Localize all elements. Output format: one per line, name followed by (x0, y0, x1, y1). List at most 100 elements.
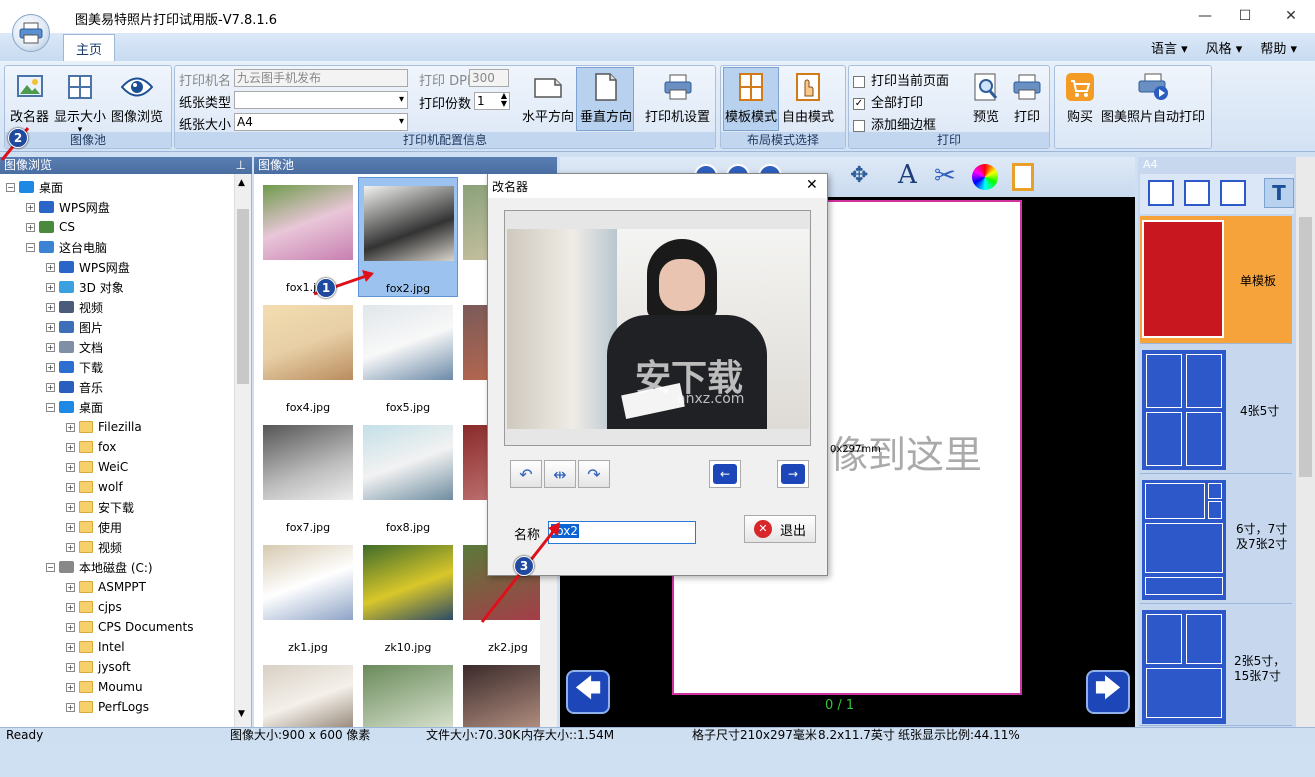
image-browse-button[interactable]: 图像浏览 (111, 70, 163, 125)
expand-toggle-icon[interactable]: + (66, 582, 75, 592)
scroll-up-icon[interactable]: ▲ (238, 178, 245, 188)
expand-toggle-icon[interactable]: + (66, 602, 75, 612)
prev-page-button[interactable]: 🡄 (566, 670, 610, 714)
next-page-button[interactable]: 🡆 (1086, 670, 1130, 714)
expand-toggle-icon[interactable]: + (46, 302, 55, 312)
copies-input[interactable]: 1 ▲ ▼ (474, 92, 510, 110)
print-all-checkbox[interactable]: ✓ (853, 97, 865, 110)
dialog-close-button[interactable]: ✕ (806, 177, 818, 193)
expand-toggle-icon[interactable]: + (66, 522, 75, 532)
tree-item[interactable]: + PerfLogs (66, 697, 149, 717)
gallery-item[interactable]: fox5.jpg (358, 297, 458, 417)
name-input[interactable]: fox2 (548, 521, 696, 544)
tree-item[interactable]: + WPS网盘 (26, 197, 110, 217)
expand-toggle-icon[interactable]: + (66, 662, 75, 672)
tree-item[interactable]: + ASMPPT (66, 577, 146, 597)
expand-toggle-icon[interactable]: + (46, 342, 55, 352)
portrait-button[interactable]: 垂直方向 (580, 70, 632, 125)
template-mixed[interactable]: 6寸，7寸及7张2寸 (1140, 476, 1292, 604)
tree-item[interactable]: + 图片 (46, 317, 103, 337)
paper-type-select[interactable] (234, 91, 408, 109)
auto-print-button[interactable]: 图美照片自动打印 (1101, 70, 1205, 125)
expand-toggle-icon[interactable]: − (26, 242, 35, 252)
add-border-checkbox[interactable] (853, 119, 865, 132)
expand-toggle-icon[interactable]: − (46, 562, 55, 572)
expand-toggle-icon[interactable]: − (6, 182, 15, 192)
tree-item[interactable]: + 视频 (46, 297, 103, 317)
template-four[interactable]: 4张5寸 (1140, 346, 1292, 474)
tree-item[interactable]: + CS (26, 217, 75, 237)
scissors-icon[interactable]: ✂ (934, 161, 956, 191)
tree-item[interactable]: + 使用 (66, 517, 122, 537)
expand-toggle-icon[interactable]: + (66, 702, 75, 712)
buy-button[interactable]: 购买 (1063, 70, 1097, 125)
tree-item[interactable]: − 本地磁盘 (C:) (46, 557, 153, 577)
tree-item[interactable]: + cjps (66, 597, 122, 617)
expand-toggle-icon[interactable]: + (66, 482, 75, 492)
expand-toggle-icon[interactable]: + (46, 382, 55, 392)
add-border-option[interactable]: 添加细边框 (853, 114, 936, 133)
scroll-down-icon[interactable]: ▼ (238, 709, 245, 719)
tree-item[interactable]: − 桌面 (46, 397, 103, 417)
stepper-icon[interactable]: ▲ ▼ (501, 92, 507, 108)
expand-toggle-icon[interactable]: + (26, 222, 35, 232)
help-menu[interactable]: 帮助 ▾ (1260, 38, 1297, 57)
tree-item[interactable]: + CPS Documents (66, 617, 193, 637)
tree-item[interactable]: + 文档 (46, 337, 103, 357)
dialog-prev-button[interactable]: ← (709, 460, 741, 488)
rotate-right-button[interactable]: ↷ (578, 460, 610, 488)
expand-toggle-icon[interactable]: + (66, 622, 75, 632)
edit-template-icon[interactable] (1184, 180, 1210, 206)
gallery-item[interactable]: fox1.jpg (258, 177, 358, 297)
expand-toggle-icon[interactable]: + (46, 262, 55, 272)
template-scroll-thumb[interactable] (1299, 217, 1312, 477)
gallery-item[interactable] (358, 657, 458, 777)
expand-toggle-icon[interactable]: + (26, 202, 35, 212)
tree-item[interactable]: + 安下载 (66, 497, 134, 517)
tree-item[interactable]: + Filezilla (66, 417, 142, 437)
rename-button[interactable]: 改名器 (10, 70, 49, 125)
frame-icon[interactable] (1012, 163, 1034, 191)
tree-item[interactable]: + WeiC (66, 457, 128, 477)
gallery-item[interactable]: fox4.jpg (258, 297, 358, 417)
expand-toggle-icon[interactable]: − (46, 402, 55, 412)
printer-name-input[interactable]: 九云图手机发布 (234, 69, 408, 87)
expand-toggle-icon[interactable]: + (66, 442, 75, 452)
template-two-plus[interactable]: 2张5寸，15张7寸 (1140, 606, 1292, 726)
expand-toggle-icon[interactable]: + (66, 462, 75, 472)
expand-toggle-icon[interactable]: + (46, 322, 55, 332)
free-mode-button[interactable]: 自由模式 (782, 70, 834, 125)
add-template-icon[interactable] (1148, 180, 1174, 206)
expand-toggle-icon[interactable]: + (66, 422, 75, 432)
move-icon[interactable]: ✥ (850, 163, 868, 188)
tree-item[interactable]: + WPS网盘 (46, 257, 130, 277)
tree-item[interactable]: +3D 对象 (46, 277, 124, 297)
text-tool-icon[interactable]: A (898, 160, 917, 190)
dialog-next-button[interactable]: → (777, 460, 809, 488)
template-scrollbar[interactable] (1296, 157, 1315, 727)
template-mode-button[interactable]: 模板模式 (725, 70, 777, 125)
display-size-button[interactable]: 显示大小 ▾ (54, 70, 106, 135)
expand-toggle-icon[interactable]: + (66, 542, 75, 552)
gallery-item[interactable]: fox7.jpg (258, 417, 358, 537)
pin-icon[interactable]: ⊥ (236, 157, 246, 174)
gallery-item[interactable]: zk1.jpg (258, 537, 358, 657)
gallery-item[interactable]: zk10.jpg (358, 537, 458, 657)
rotate-left-button[interactable]: ↶ (510, 460, 542, 488)
color-wheel-icon[interactable] (972, 164, 998, 190)
tree-item[interactable]: + Moumu (66, 677, 143, 697)
print-current-page-option[interactable]: 打印当前页面 (853, 70, 949, 89)
maximize-button[interactable]: ☐ (1235, 8, 1255, 24)
tree-item[interactable]: − 这台电脑 (26, 237, 107, 257)
gallery-item[interactable] (258, 657, 358, 777)
text-template-icon[interactable]: T (1264, 178, 1294, 208)
minimize-button[interactable]: — (1195, 8, 1215, 24)
delete-template-icon[interactable] (1220, 180, 1246, 206)
expand-toggle-icon[interactable]: + (66, 502, 75, 512)
paper-size-select[interactable]: A4 (234, 113, 408, 131)
flip-button[interactable]: ⇹ (544, 460, 576, 488)
print-button[interactable]: 打印 (1010, 70, 1044, 125)
print-current-checkbox[interactable] (853, 75, 865, 88)
gallery-item[interactable]: fox2.jpg (358, 177, 458, 297)
tree-item[interactable]: + 音乐 (46, 377, 103, 397)
